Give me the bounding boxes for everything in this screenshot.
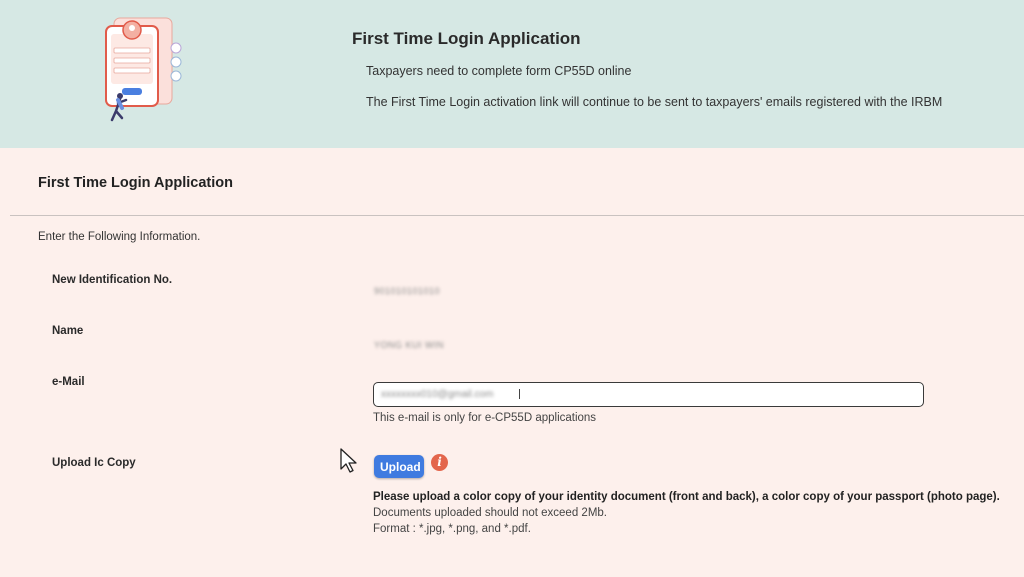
upload-format-note: Format : *.jpg, *.png, and *.pdf.	[373, 523, 531, 535]
email-label: e-Mail	[52, 376, 85, 388]
divider	[10, 215, 1024, 216]
upload-button[interactable]: Upload	[374, 455, 424, 478]
header-banner: First Time Login Application Taxpayers n…	[0, 0, 1024, 148]
banner-info-line-1: Taxpayers need to complete form CP55D on…	[366, 64, 632, 78]
banner-title: First Time Login Application	[352, 29, 581, 48]
mouse-cursor-icon	[340, 448, 357, 473]
banner-info-line-2: The First Time Login activation link wil…	[366, 95, 943, 109]
login-illustration-icon	[105, 17, 182, 122]
id-number-label: New Identification No.	[52, 274, 173, 286]
section-title: First Time Login Application	[38, 175, 233, 191]
name-value: YONG KUI WIN	[374, 340, 445, 350]
upload-instructions: Please upload a color copy of your ident…	[373, 491, 1000, 503]
info-icon[interactable]: i	[431, 454, 448, 471]
form-instruction: Enter the Following Information.	[38, 231, 201, 243]
text-caret	[519, 389, 520, 399]
email-field[interactable]	[373, 382, 924, 407]
upload-size-note: Documents uploaded should not exceed 2Mb…	[373, 507, 607, 519]
name-label: Name	[52, 325, 84, 337]
id-number-value: 901010101010	[374, 286, 441, 296]
email-hint: This e-mail is only for e-CP55D applicat…	[373, 412, 597, 424]
upload-ic-label: Upload Ic Copy	[52, 457, 136, 469]
form-section: First Time Login Application Enter the F…	[0, 148, 1024, 577]
